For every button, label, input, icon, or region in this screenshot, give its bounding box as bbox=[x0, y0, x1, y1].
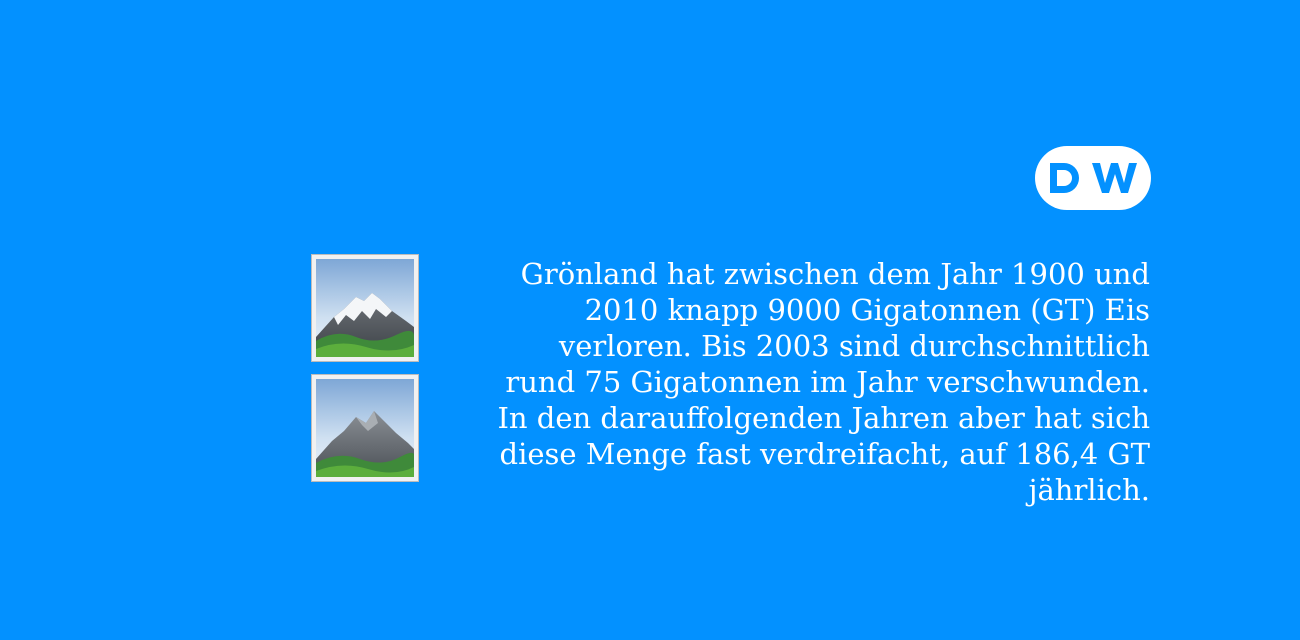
paragraph-line: rund 75 Gigatonnen im Jahr verschwunden. bbox=[505, 365, 1150, 399]
mountain-icon bbox=[312, 375, 418, 481]
paragraph-line: 2010 knapp 9000 Gigatonnen (GT) Eis bbox=[584, 293, 1150, 327]
paragraph-line: In den darauffolgenden Jahren aber hat s… bbox=[497, 401, 1150, 435]
paragraph-line: jährlich. bbox=[1028, 473, 1150, 507]
mountain-snowcap-icon bbox=[312, 255, 418, 361]
dw-logo-icon bbox=[1034, 145, 1152, 211]
info-paragraph: Grönland hat zwischen dem Jahr 1900 und … bbox=[438, 256, 1150, 508]
paragraph-line: verloren. Bis 2003 sind durchschnittlich bbox=[558, 329, 1150, 363]
paragraph-line: Grönland hat zwischen dem Jahr 1900 und bbox=[520, 257, 1150, 291]
slide-canvas: Grönland hat zwischen dem Jahr 1900 und … bbox=[0, 0, 1300, 640]
paragraph-line: diese Menge fast verdreifacht, auf 186,4… bbox=[499, 437, 1151, 471]
